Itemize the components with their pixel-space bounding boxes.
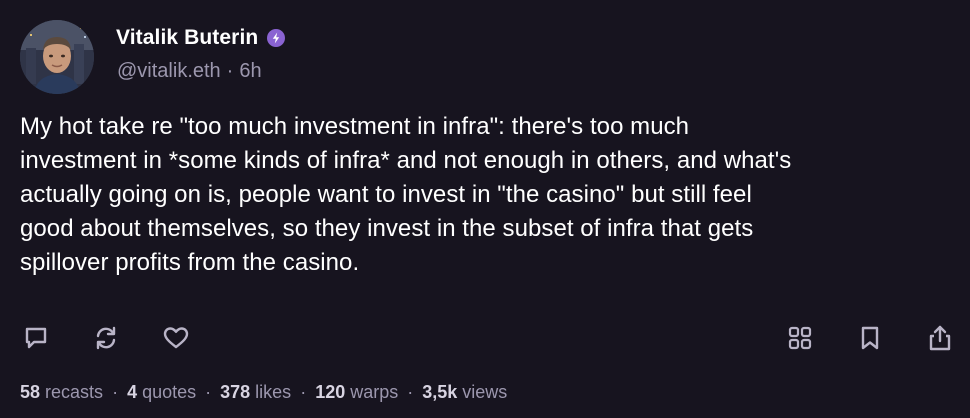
action-bar-right	[746, 322, 956, 354]
warps-stat[interactable]: 120 warps	[315, 382, 398, 403]
author-name-row: Vitalik Buterin	[116, 24, 286, 52]
post-timestamp[interactable]: 6h	[239, 60, 261, 83]
heart-icon	[163, 327, 189, 349]
action-bar-left	[20, 322, 230, 354]
recasts-stat[interactable]: 58 recasts	[20, 382, 103, 403]
likes-stat[interactable]: 378 likes	[220, 382, 291, 403]
author-handle[interactable]: @vitalik.eth	[117, 60, 221, 83]
quotes-label: quotes	[142, 382, 197, 402]
verified-badge-icon	[267, 29, 286, 47]
grid-icon	[788, 326, 812, 350]
meta-separator: ·	[226, 60, 234, 82]
likes-label: likes	[255, 382, 292, 402]
recasts-label: recasts	[45, 382, 104, 402]
reply-icon	[25, 327, 47, 349]
bookmark-button[interactable]	[854, 322, 886, 354]
stat-separator: ·	[112, 382, 119, 402]
warps-label: warps	[350, 382, 399, 402]
stat-separator: ·	[205, 382, 212, 402]
grid-button[interactable]	[784, 322, 816, 354]
share-button[interactable]	[924, 322, 956, 354]
warps-count: 120	[315, 382, 346, 402]
stat-separator: ·	[300, 382, 307, 402]
share-icon	[929, 325, 951, 351]
cast-text-line: good about themselves, so they invest in…	[20, 215, 754, 242]
recasts-count: 58	[20, 382, 41, 402]
avatar[interactable]	[20, 20, 94, 94]
cast-card: Vitalik Buterin @vitalik.eth · 6h My hot…	[0, 0, 970, 418]
engagement-stats: 58 recasts · 4 quotes · 378 likes · 120 warp…	[20, 382, 507, 403]
author-meta: @vitalik.eth · 6h	[117, 60, 262, 83]
cast-text-line: spillover profits from the casino.	[20, 249, 360, 276]
avatar-image	[20, 20, 94, 94]
cast-text-line: My hot take re "too much investment in i…	[20, 113, 690, 140]
reply-button[interactable]	[20, 322, 52, 354]
views-label: views	[462, 382, 508, 402]
views-stat[interactable]: 3,5k views	[422, 382, 507, 403]
quotes-count: 4	[127, 382, 138, 402]
like-button[interactable]	[160, 322, 192, 354]
stat-separator: ·	[407, 382, 414, 402]
likes-count: 378	[220, 382, 251, 402]
cast-text-line: investment in *some kinds of infra* and …	[20, 147, 792, 174]
quotes-stat[interactable]: 4 quotes	[127, 382, 196, 403]
recast-button[interactable]	[90, 322, 122, 354]
bookmark-icon	[861, 326, 879, 350]
author-display-name[interactable]: Vitalik Buterin	[116, 26, 258, 50]
views-count: 3,5k	[422, 382, 458, 402]
cast-text: My hot take re "too much investment in i…	[20, 110, 920, 280]
recast-icon	[96, 326, 116, 350]
cast-text-line: actually going on is, people want to inv…	[20, 181, 752, 208]
